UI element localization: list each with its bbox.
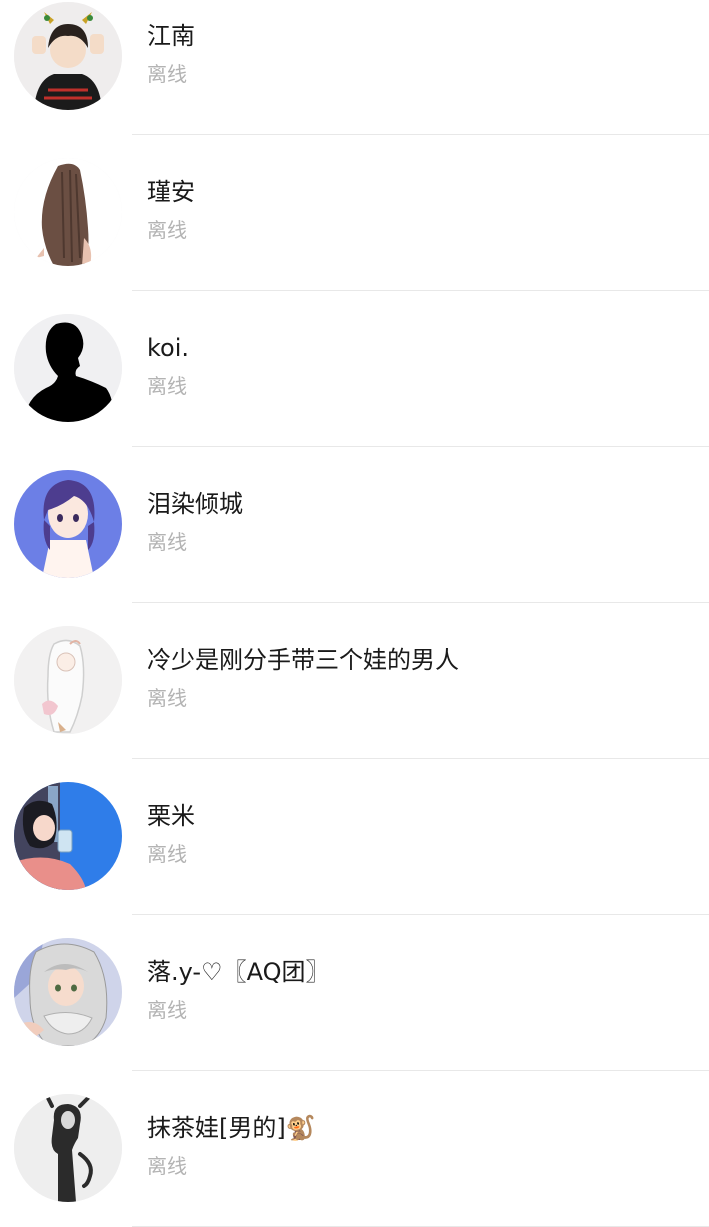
contact-status: 离线 bbox=[147, 374, 187, 398]
avatar-dark-hair-horns-icon[interactable] bbox=[14, 2, 122, 110]
contact-row[interactable]: 江南 离线 bbox=[0, 0, 709, 135]
contact-status: 离线 bbox=[147, 686, 187, 710]
contact-row[interactable]: 冷少是刚分手带三个娃的男人 离线 bbox=[0, 603, 709, 759]
contact-name: 抹茶娃[男的]🐒 bbox=[147, 1114, 316, 1142]
contact-name: 栗米 bbox=[147, 802, 195, 830]
contact-name: 冷少是刚分手带三个娃的男人 bbox=[147, 646, 459, 674]
contact-status: 离线 bbox=[147, 842, 187, 866]
contact-status: 离线 bbox=[147, 530, 187, 554]
contact-row[interactable]: 栗米 离线 bbox=[0, 759, 709, 915]
avatar-white-hair-sketch-icon[interactable] bbox=[14, 626, 122, 734]
contact-name: koi. bbox=[147, 334, 190, 362]
contact-list: 江南 离线 瑾安 离线 koi. 离线 泪染倾城 离线 冷少是刚分手带三个娃的男… bbox=[0, 0, 709, 1227]
avatar-purple-hair-girl-icon[interactable] bbox=[14, 470, 122, 578]
contact-name: 瑾安 bbox=[147, 178, 195, 206]
contact-row[interactable]: 泪染倾城 离线 bbox=[0, 447, 709, 603]
contact-row[interactable]: koi. 离线 bbox=[0, 291, 709, 447]
contact-row[interactable]: 落.y-♡〖AQ团〗 离线 bbox=[0, 915, 709, 1071]
contact-name: 落.y-♡〖AQ团〗 bbox=[147, 958, 330, 986]
contact-status: 离线 bbox=[147, 218, 187, 242]
contact-name: 泪染倾城 bbox=[147, 490, 243, 518]
contact-status: 离线 bbox=[147, 62, 187, 86]
avatar-monochrome-girl-icon[interactable] bbox=[14, 1094, 122, 1202]
contact-row[interactable]: 抹茶娃[男的]🐒 离线 bbox=[0, 1071, 709, 1227]
contact-status: 离线 bbox=[147, 998, 187, 1022]
contact-name: 江南 bbox=[147, 22, 195, 50]
contact-row[interactable]: 瑾安 离线 bbox=[0, 135, 709, 291]
avatar-long-brown-hair-icon[interactable] bbox=[14, 158, 122, 266]
avatar-silver-hair-girl-icon[interactable] bbox=[14, 938, 122, 1046]
avatar-girl-blue-background-icon[interactable] bbox=[14, 782, 122, 890]
avatar-black-silhouette-icon[interactable] bbox=[14, 314, 122, 422]
contact-status: 离线 bbox=[147, 1154, 187, 1178]
